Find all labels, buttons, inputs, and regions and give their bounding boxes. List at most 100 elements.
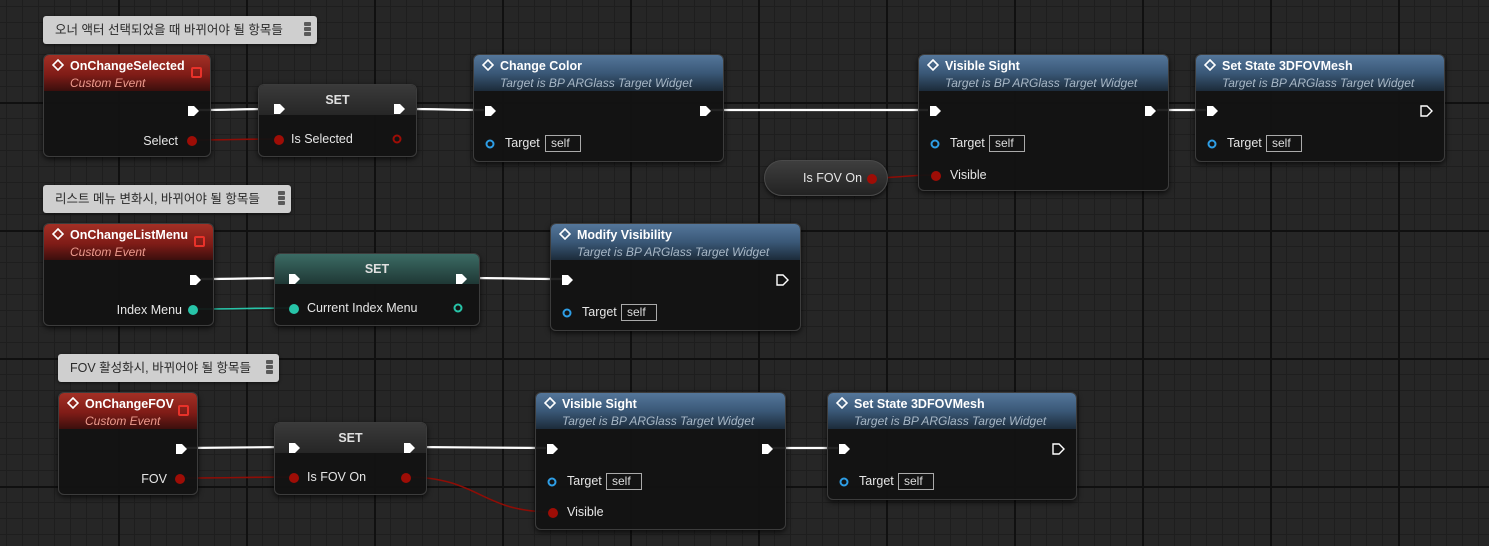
node-title: Set State 3DFOVMesh [854, 397, 985, 411]
bool-pin[interactable] [274, 135, 284, 145]
bool-pin[interactable] [289, 473, 299, 483]
node-title: SET [364, 262, 390, 276]
exec-pin-icon[interactable] [699, 105, 712, 117]
int-pin[interactable] [188, 305, 198, 315]
node-header: Modify Visibility Target is BP ARGlass T… [551, 224, 800, 260]
exec-pin-icon[interactable] [838, 443, 851, 455]
bool-output-pin[interactable] [392, 134, 402, 144]
pin-label: Target [859, 474, 894, 488]
comment-text: 오너 액터 선택되었을 때 바뀌어야 될 항목들 [55, 23, 283, 37]
variable-getter-node[interactable]: Is FOV On [764, 160, 888, 196]
node-subtitle: Target is BP ARGlass Target Widget [945, 76, 1138, 90]
comment-box[interactable]: 리스트 메뉴 변화시, 바뀌어야 될 항목들 [43, 185, 291, 213]
bool-pin[interactable] [548, 508, 558, 518]
node-subtitle: Target is BP ARGlass Target Widget [1222, 76, 1415, 90]
event-icon [67, 397, 79, 409]
node-title: OnChangeSelected [70, 59, 185, 73]
pin-label: Index Menu [116, 303, 182, 317]
bool-wire [405, 476, 553, 513]
bool-pin[interactable] [931, 171, 941, 181]
comment-text: FOV 활성화시, 바뀌어야 될 항목들 [70, 361, 252, 375]
exec-pin-icon[interactable] [761, 443, 774, 455]
node-title: OnChangeFOV [85, 397, 174, 411]
function-node[interactable]: Visible Sight Target is BP ARGlass Targe… [535, 392, 786, 530]
node-title: Set State 3DFOVMesh [1222, 59, 1353, 73]
function-icon [559, 228, 571, 240]
pin-label: Target [1227, 136, 1262, 150]
delegate-pin-icon[interactable] [178, 405, 189, 416]
node-title: Visible Sight [945, 59, 1020, 73]
target-input[interactable]: self [989, 135, 1025, 152]
object-pin[interactable] [839, 477, 849, 487]
node-header: Change Color Target is BP ARGlass Target… [474, 55, 723, 91]
exec-out-pin-icon[interactable] [1052, 443, 1065, 455]
delegate-pin-icon[interactable] [194, 236, 205, 247]
exec-pin-icon[interactable] [1144, 105, 1157, 117]
exec-out-pin-icon[interactable] [776, 274, 789, 286]
target-input[interactable]: self [898, 473, 934, 490]
exec-pin-icon[interactable] [484, 105, 497, 117]
exec-pin-icon[interactable] [546, 443, 559, 455]
exec-wire [412, 445, 547, 450]
exec-pin-icon[interactable] [189, 274, 202, 286]
delegate-pin-icon[interactable] [191, 67, 202, 78]
bool-pin[interactable] [175, 474, 185, 484]
exec-pin-icon[interactable] [273, 103, 286, 115]
exec-out-pin-icon[interactable] [1420, 105, 1433, 117]
target-input[interactable]: self [606, 473, 642, 490]
exec-pin-icon[interactable] [561, 274, 574, 286]
pin-label: Is FOV On [307, 470, 367, 484]
target-input[interactable]: self [621, 304, 657, 321]
function-node[interactable]: Set State 3DFOVMesh Target is BP ARGlass… [827, 392, 1077, 500]
event-node[interactable]: OnChangeFOV Custom Event FOV [58, 392, 198, 495]
target-input[interactable]: self [545, 135, 581, 152]
target-input[interactable]: self [1266, 135, 1302, 152]
object-pin[interactable] [547, 477, 557, 487]
function-icon [1204, 59, 1216, 71]
pin-label: Visible [567, 505, 604, 519]
exec-pin-icon[interactable] [1206, 105, 1219, 117]
node-title: Visible Sight [562, 397, 637, 411]
node-header: Set State 3DFOVMesh Target is BP ARGlass… [828, 393, 1076, 429]
object-pin[interactable] [562, 308, 572, 318]
exec-pin-icon[interactable] [393, 103, 406, 115]
comment-text: 리스트 메뉴 변화시, 바뀌어야 될 항목들 [55, 192, 260, 206]
function-node[interactable]: Set State 3DFOVMesh Target is BP ARGlass… [1195, 54, 1445, 162]
comment-grip-icon [265, 360, 275, 374]
set-variable-node[interactable]: SET Is Selected [258, 84, 417, 157]
object-pin[interactable] [485, 139, 495, 149]
set-variable-node[interactable]: SET Is FOV On [274, 422, 427, 495]
exec-pin-icon[interactable] [455, 273, 468, 285]
set-variable-node[interactable]: SET Current Index Menu [274, 253, 480, 326]
pin-label: Target [950, 136, 985, 150]
comment-box[interactable]: 오너 액터 선택되었을 때 바뀌어야 될 항목들 [43, 16, 317, 44]
int-output-pin[interactable] [453, 303, 463, 313]
exec-pin-icon[interactable] [929, 105, 942, 117]
function-icon [927, 59, 939, 71]
pin-label: Is Selected [291, 132, 353, 146]
exec-pin-icon[interactable] [187, 105, 200, 117]
function-icon [544, 397, 556, 409]
pin-label: Target [567, 474, 602, 488]
exec-pin-icon[interactable] [288, 442, 301, 454]
function-node[interactable]: Change Color Target is BP ARGlass Target… [473, 54, 724, 162]
bool-pin[interactable] [867, 174, 877, 184]
exec-pin-icon[interactable] [403, 442, 416, 454]
bool-output-pin[interactable] [401, 473, 411, 483]
bool-pin[interactable] [187, 136, 197, 146]
exec-pin-icon[interactable] [175, 443, 188, 455]
function-node[interactable]: Visible Sight Target is BP ARGlass Targe… [918, 54, 1169, 191]
object-pin[interactable] [1207, 139, 1217, 149]
function-icon [482, 59, 494, 71]
comment-grip-icon [277, 191, 287, 205]
event-node[interactable]: OnChangeListMenu Custom Event Index Menu [43, 223, 214, 326]
comment-box[interactable]: FOV 활성화시, 바뀌어야 될 항목들 [58, 354, 279, 382]
event-node[interactable]: OnChangeSelected Custom Event Select [43, 54, 211, 157]
node-subtitle: Target is BP ARGlass Target Widget [854, 414, 1047, 428]
node-header: OnChangeFOV Custom Event [59, 393, 197, 429]
object-pin[interactable] [930, 139, 940, 149]
int-pin[interactable] [289, 304, 299, 314]
exec-pin-icon[interactable] [288, 273, 301, 285]
comment-grip-icon [303, 22, 313, 36]
function-node[interactable]: Modify Visibility Target is BP ARGlass T… [550, 223, 801, 331]
